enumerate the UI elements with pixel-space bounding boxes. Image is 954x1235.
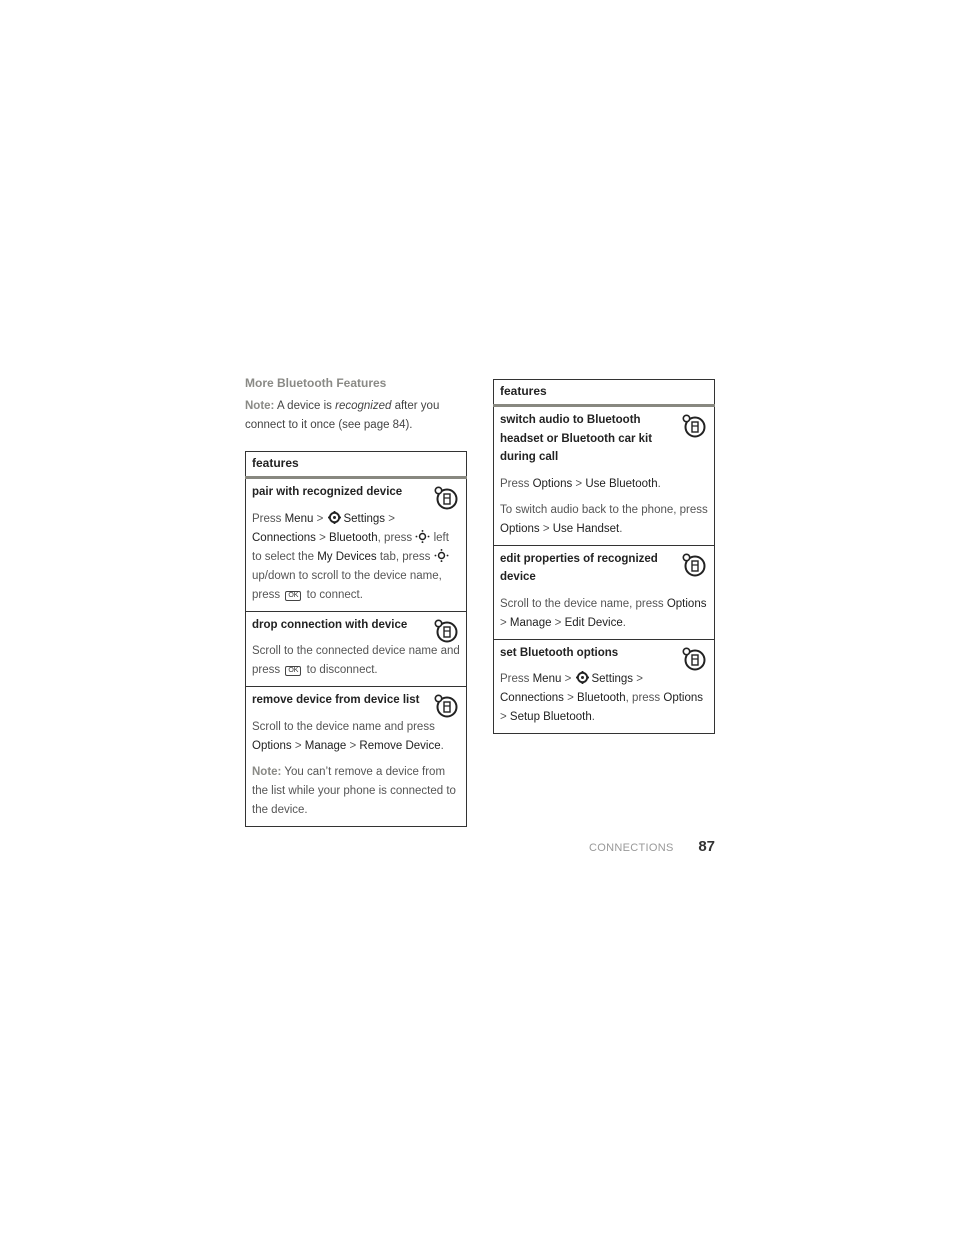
options-label: Options xyxy=(500,522,540,535)
options-label: Options xyxy=(532,477,573,490)
note-text: A device is xyxy=(274,400,336,412)
feature-body: Scroll to the device name, press Options… xyxy=(500,597,707,629)
ok-key-icon: OK xyxy=(285,666,302,676)
feature-row-switch-audio: switch audio to Bluetooth headset or Blu… xyxy=(493,405,715,545)
note-emphasis: recognized xyxy=(335,400,392,412)
left-column: More Bluetooth Features Note: A device i… xyxy=(245,376,467,827)
feature-body: Press Menu > Settings > Connections > Bl… xyxy=(252,511,449,601)
feature-body: To switch audio back to the phone, press… xyxy=(500,503,708,535)
table-header: features xyxy=(245,451,467,479)
phone-feature-icon xyxy=(682,647,706,671)
edit-device-label: Edit Device xyxy=(564,616,623,629)
nav-key-icon xyxy=(434,549,449,562)
manage-label: Manage xyxy=(509,616,552,629)
feature-row-edit-properties: edit properties of recognized device Scr… xyxy=(493,544,715,639)
settings-gear-icon xyxy=(576,671,589,684)
nav-key-icon xyxy=(415,530,430,543)
my-devices-label: My Devices xyxy=(317,550,377,563)
feature-body: Press Options > Use Bluetooth. xyxy=(500,477,661,490)
intro-note: Note: A device is recognized after you c… xyxy=(245,397,467,435)
page-number: 87 xyxy=(698,838,715,855)
bluetooth-label: Bluetooth xyxy=(329,531,378,544)
feature-body: Scroll to the device name and press Opti… xyxy=(252,720,444,752)
settings-gear-icon xyxy=(328,511,341,524)
features-table-left: features pair with recognized device Pre… xyxy=(245,451,467,827)
setup-bluetooth-label: Setup Bluetooth xyxy=(509,711,592,723)
feature-title: drop connection with device xyxy=(252,618,408,631)
table-header: features xyxy=(493,379,715,407)
menu-key: Menu xyxy=(532,673,562,685)
use-bluetooth-label: Use Bluetooth xyxy=(585,477,658,490)
manage-label: Manage xyxy=(304,739,347,752)
features-table-right: features switch audio to Bluetooth heads… xyxy=(493,379,715,734)
right-column: features switch audio to Bluetooth heads… xyxy=(493,379,715,734)
settings-label: Settings xyxy=(343,512,386,525)
note-label: Note: xyxy=(252,765,282,778)
feature-row-pair: pair with recognized device Press Menu >… xyxy=(245,477,467,611)
feature-row-set-options: set Bluetooth options Press Menu > Setti… xyxy=(493,638,715,734)
feature-row-drop: drop connection with device Scroll to th… xyxy=(245,610,467,687)
options-label: Options xyxy=(663,692,704,704)
use-handset-label: Use Handset xyxy=(552,522,620,535)
phone-feature-icon xyxy=(434,694,458,718)
feature-note: Note: You can’t remove a device from the… xyxy=(252,765,456,816)
section-title: More Bluetooth Features xyxy=(245,376,387,390)
settings-label: Settings xyxy=(591,673,634,685)
feature-title: remove device from device list xyxy=(252,694,420,706)
footer-section-label: CONNECTIONS xyxy=(589,842,674,854)
bluetooth-label: Bluetooth xyxy=(577,692,626,704)
feature-row-remove: remove device from device list Scroll to… xyxy=(245,686,467,826)
options-label: Options xyxy=(252,739,292,752)
phone-feature-icon xyxy=(434,619,458,643)
remove-device-label: Remove Device xyxy=(359,739,441,752)
note-label: Note: xyxy=(245,400,275,412)
ok-key-icon: OK xyxy=(285,590,302,601)
connections-label: Connections xyxy=(500,692,564,704)
feature-title: switch audio to Bluetooth headset or Blu… xyxy=(500,414,653,463)
feature-title: edit properties of recognized device xyxy=(500,552,658,584)
feature-title: pair with recognized device xyxy=(252,486,403,498)
phone-feature-icon xyxy=(682,553,706,577)
connections-label: Connections xyxy=(252,531,316,544)
feature-body: Press Menu > Settings > Connections > Bl… xyxy=(500,671,704,723)
menu-key: Menu xyxy=(284,512,314,525)
page-footer: CONNECTIONS 87 xyxy=(589,838,715,858)
phone-feature-icon xyxy=(434,486,458,510)
options-label: Options xyxy=(666,597,707,610)
feature-body: Scroll to the connected device name and … xyxy=(252,645,460,676)
phone-feature-icon xyxy=(682,414,706,438)
feature-title: set Bluetooth options xyxy=(500,646,619,659)
